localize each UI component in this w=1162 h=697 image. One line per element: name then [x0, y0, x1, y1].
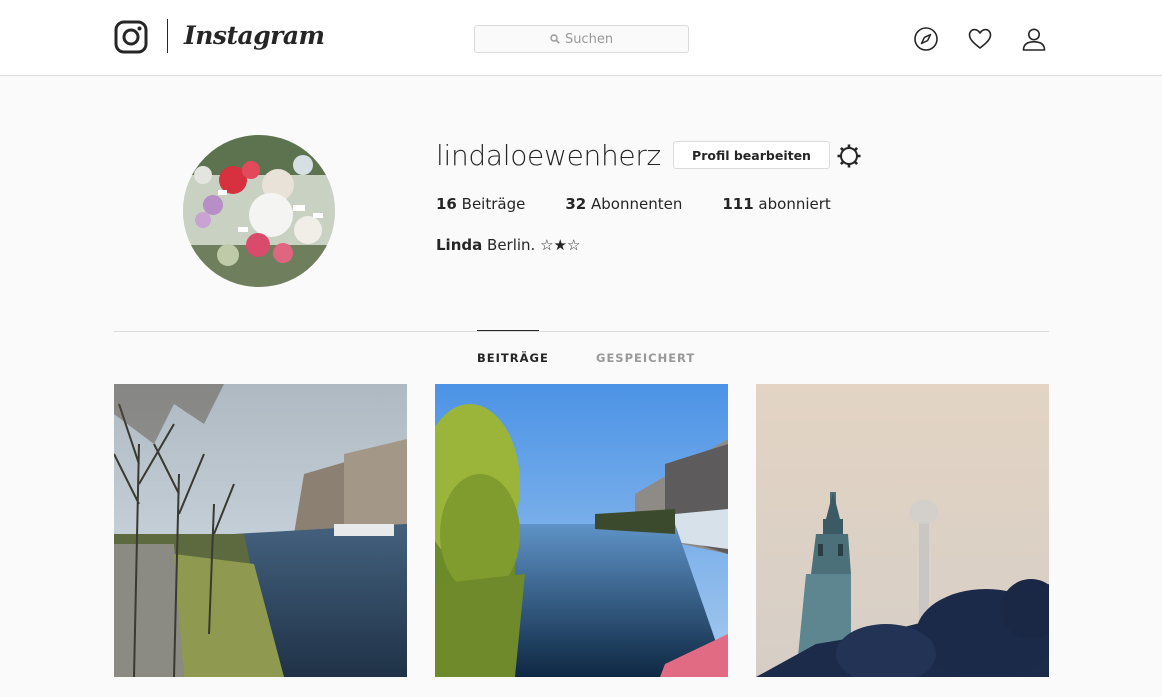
tabs-divider: [114, 331, 1049, 332]
posts-count: 16: [436, 195, 457, 213]
top-navigation-bar: Instagram Suchen: [0, 0, 1162, 76]
instagram-camera-icon[interactable]: [114, 20, 148, 54]
bio-text: Berlin. ☆★☆: [487, 236, 581, 254]
tab-saved[interactable]: GESPEICHERT: [596, 331, 694, 383]
followers-label: Abonnenten: [591, 195, 683, 213]
edit-profile-button[interactable]: Profil bearbeiten: [673, 141, 830, 169]
post-thumbnail-canal-willow[interactable]: [435, 384, 728, 677]
followers-stat[interactable]: 32 Abonnenten: [565, 195, 682, 215]
profile-username: lindaloewenherz: [436, 139, 661, 172]
search-box[interactable]: Suchen: [474, 25, 689, 53]
profile-stats: 16 Beiträge 32 Abonnenten 111 abonniert: [436, 195, 871, 215]
tab-posts[interactable]: BEITRÄGE: [477, 330, 548, 383]
person-profile-icon[interactable]: [1021, 26, 1047, 52]
logo-divider: [167, 19, 168, 53]
post-thumbnail-canal-bare-trees[interactable]: [114, 384, 407, 677]
bio-name: Linda: [436, 236, 483, 254]
post-thumbnail-church-tv-tower[interactable]: [756, 384, 1049, 677]
posts-label: Beiträge: [461, 195, 526, 213]
gear-icon[interactable]: [836, 143, 862, 169]
heart-activity-icon[interactable]: [967, 26, 993, 52]
followers-count: 32: [565, 195, 587, 213]
following-count: 111: [722, 195, 754, 213]
following-label: abonniert: [758, 195, 831, 213]
following-stat[interactable]: 111 abonniert: [722, 195, 830, 215]
profile-avatar[interactable]: [183, 135, 335, 287]
profile-bio: Linda Berlin. ☆★☆: [436, 236, 580, 254]
posts-count-stat: 16 Beiträge: [436, 195, 525, 215]
instagram-wordmark[interactable]: Instagram: [184, 18, 325, 54]
compass-explore-icon[interactable]: [913, 26, 939, 52]
